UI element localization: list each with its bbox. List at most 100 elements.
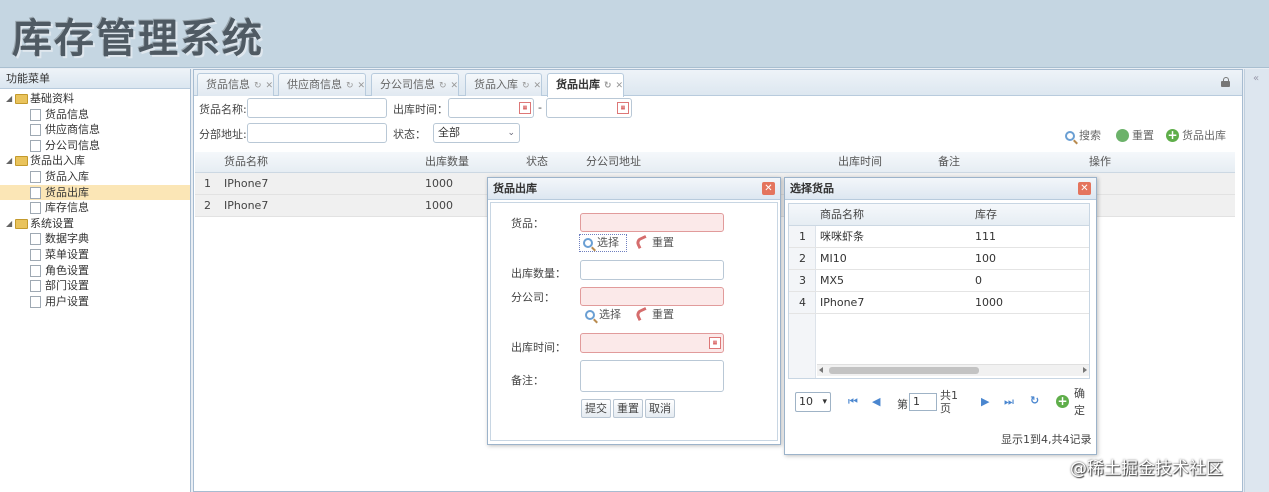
tab-inbound[interactable]: 货品入库 ↻ ✕ [465, 73, 543, 96]
tab-goods-info[interactable]: 货品信息 ↻ ✕ [197, 73, 275, 96]
close-icon[interactable]: ✕ [451, 81, 459, 91]
refresh-icon[interactable]: ↻ [1030, 394, 1039, 407]
next-page-icon[interactable]: ▶ [981, 395, 989, 408]
sidebar-item-outbound[interactable]: 货品出库 [0, 184, 190, 201]
reset-goods-button[interactable]: 重置 [634, 234, 674, 253]
sidebar-item-dictionary[interactable]: 数据字典 [0, 231, 190, 247]
column-header[interactable]: 库存 [975, 204, 997, 225]
last-page-icon[interactable]: ⏭ [1004, 395, 1014, 409]
close-icon[interactable]: ✕ [616, 81, 624, 91]
close-icon[interactable]: ✕ [534, 81, 542, 91]
column-header[interactable]: 状态 [526, 152, 548, 172]
collapse-left-icon[interactable]: « [1253, 73, 1259, 84]
branch-input[interactable] [580, 287, 724, 306]
close-icon[interactable]: ✕ [358, 81, 366, 91]
sidebar-item-dept-settings[interactable]: 部门设置 [0, 278, 190, 294]
product-name-input[interactable] [247, 98, 387, 118]
select-goods-button[interactable]: 选择 [579, 234, 627, 252]
tree-group-label: 系统设置 [30, 216, 74, 230]
document-icon [30, 233, 41, 246]
cell-goods-name: 咪咪虾条 [820, 230, 864, 243]
add-icon [1166, 126, 1179, 144]
tree-group-settings[interactable]: ◢ 系统设置 [0, 216, 190, 232]
refresh-icon[interactable]: ↻ [254, 81, 262, 91]
refresh-icon[interactable]: ↻ [522, 81, 530, 91]
status-select-value: 全部 [438, 126, 460, 139]
table-row[interactable]: 1 咪咪虾条 111 [789, 226, 1089, 248]
status-select[interactable]: 全部 ⌄ [433, 123, 520, 143]
refresh-icon[interactable]: ↻ [346, 81, 354, 91]
sidebar-item-role-settings[interactable]: 角色设置 [0, 263, 190, 279]
calendar-icon[interactable]: ▦ [617, 102, 629, 114]
submit-button[interactable]: 提交 [581, 399, 611, 418]
status-label: 状态： [393, 128, 426, 141]
tree-group-basic[interactable]: ◢ 基础资料 [0, 91, 190, 107]
collapse-arrow-icon[interactable]: ◢ [6, 216, 14, 232]
select-branch-button[interactable]: 选择 [585, 307, 621, 325]
refresh-icon[interactable]: ↻ [604, 81, 612, 91]
prev-page-icon[interactable]: ◀ [872, 395, 880, 408]
scrollbar-thumb[interactable] [829, 367, 979, 374]
reset-button[interactable]: 重置 [1116, 127, 1154, 145]
outbound-button[interactable]: 货品出库 [1166, 126, 1226, 145]
reset-button-label: 重置 [652, 236, 674, 249]
calendar-icon[interactable]: ▦ [709, 337, 721, 349]
tab-supplier-info[interactable]: 供应商信息 ↻ ✕ [278, 73, 367, 96]
sidebar-item-menu-settings[interactable]: 菜单设置 [0, 247, 190, 263]
column-header[interactable]: 出库数量 [425, 152, 469, 172]
branch-address-input[interactable] [247, 123, 387, 143]
page-prefix-label: 第 [897, 398, 908, 411]
collapse-arrow-icon[interactable]: ◢ [6, 153, 14, 169]
collapse-arrow-icon[interactable]: ◢ [6, 91, 14, 107]
first-page-icon[interactable]: ⏮ [848, 395, 858, 409]
right-collapse-strip[interactable]: « [1244, 69, 1269, 492]
table-row[interactable]: 4 IPhone7 1000 [789, 292, 1089, 314]
sidebar-item-inbound[interactable]: 货品入库 [0, 169, 190, 185]
row-number: 4 [799, 296, 806, 309]
column-header[interactable]: 分公司地址 [586, 152, 641, 172]
tab-branch-info[interactable]: 分公司信息 ↻ ✕ [371, 73, 460, 96]
sidebar-item-label: 货品入库 [45, 169, 89, 183]
search-button[interactable]: 搜索 [1065, 127, 1101, 145]
qty-input[interactable] [580, 260, 724, 280]
tree-group-inout[interactable]: ◢ 货品出入库 [0, 153, 190, 169]
tree-group-label: 货品出入库 [30, 154, 85, 168]
out-time-input[interactable]: ▦ [580, 333, 724, 353]
table-row[interactable]: 3 MX5 0 [789, 270, 1089, 292]
close-icon[interactable]: ✕ [266, 81, 274, 91]
reset-branch-button[interactable]: 重置 [634, 306, 674, 325]
page-size-select[interactable]: 10 ▾ [795, 392, 831, 412]
sidebar-item-branch-info[interactable]: 分公司信息 [0, 138, 190, 154]
page-number-input[interactable]: 1 [909, 393, 937, 411]
close-icon[interactable]: ✕ [762, 182, 775, 195]
column-header[interactable]: 商品名称 [820, 204, 864, 225]
out-time-end-input[interactable]: ▦ [546, 98, 632, 118]
horizontal-scrollbar[interactable] [817, 364, 1089, 376]
remark-textarea[interactable] [580, 360, 724, 392]
lock-icon[interactable] [1221, 77, 1230, 87]
sidebar-item-stock-info[interactable]: 库存信息 [0, 200, 190, 216]
goods-input[interactable] [580, 213, 724, 232]
sidebar-item-supplier-info[interactable]: 供应商信息 [0, 122, 190, 138]
column-header[interactable]: 出库时间 [838, 152, 882, 172]
column-header[interactable]: 货品名称 [224, 152, 268, 172]
sidebar-item-label: 用户设置 [45, 294, 89, 308]
cancel-button[interactable]: 取消 [645, 399, 675, 418]
calendar-icon[interactable]: ▦ [519, 102, 531, 114]
sidebar-item-user-settings[interactable]: 用户设置 [0, 294, 190, 310]
form-reset-button[interactable]: 重置 [613, 399, 643, 418]
column-header[interactable]: 操作 [1089, 152, 1111, 172]
reset-button-label: 重置 [1132, 129, 1154, 142]
column-header[interactable]: 备注 [938, 152, 960, 172]
scroll-right-icon[interactable] [1083, 367, 1087, 373]
table-row[interactable]: 2 MI10 100 [789, 248, 1089, 270]
scroll-left-icon[interactable] [819, 367, 823, 373]
confirm-button[interactable]: 确定 [1055, 385, 1095, 419]
document-icon [30, 186, 41, 199]
tab-outbound[interactable]: 货品出库 ↻ ✕ [547, 73, 625, 97]
close-icon[interactable]: ✕ [1078, 182, 1091, 195]
grid-header: 货品名称 出库数量 状态 分公司地址 出库时间 备注 操作 [195, 152, 1235, 173]
sidebar-item-goods-info[interactable]: 货品信息 [0, 107, 190, 123]
out-time-start-input[interactable]: ▦ [448, 98, 534, 118]
refresh-icon[interactable]: ↻ [439, 81, 447, 91]
